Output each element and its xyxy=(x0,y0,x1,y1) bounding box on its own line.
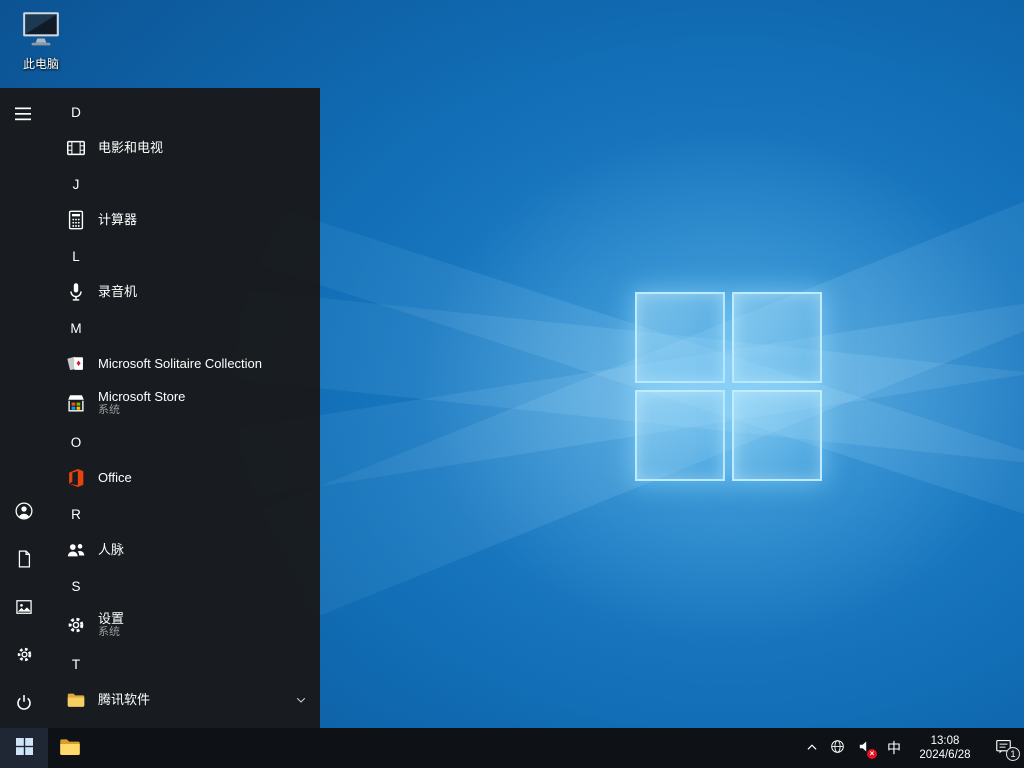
section-header-w[interactable]: W xyxy=(48,718,320,728)
ime-indicator-button[interactable]: 中 xyxy=(880,728,908,768)
chevron-down-icon xyxy=(294,693,308,707)
people-icon xyxy=(64,538,88,562)
app-label: 腾讯软件 xyxy=(98,692,151,708)
section-header-l[interactable]: L xyxy=(48,238,320,274)
app-sublabel: 系统 xyxy=(98,404,120,417)
start-app-list: D 电影和电视 J 计算器 L 录音机 M Microsoft Solitair… xyxy=(48,88,320,728)
section-letter: J xyxy=(72,176,80,192)
ime-label: 中 xyxy=(887,740,901,756)
app-label: 电影和电视 xyxy=(98,140,164,156)
section-header-s[interactable]: S xyxy=(48,568,320,604)
desktop-icon-label: 此电脑 xyxy=(22,57,59,71)
start-menu: D 电影和电视 J 计算器 L 录音机 M Microsoft Solitair… xyxy=(0,88,320,728)
app-item-people[interactable]: 人脉 xyxy=(48,532,320,568)
hamburger-icon xyxy=(15,107,33,124)
file-explorer-button[interactable] xyxy=(48,728,92,768)
app-label: 设置 xyxy=(98,610,125,626)
app-label: Microsoft Store xyxy=(98,388,186,404)
app-label: 人脉 xyxy=(98,542,125,558)
power-icon xyxy=(14,693,34,716)
section-letter: R xyxy=(71,506,81,522)
microphone-icon xyxy=(64,280,88,304)
this-pc-icon xyxy=(20,8,62,53)
office-icon xyxy=(64,466,88,490)
folder-icon xyxy=(57,734,83,763)
settings-button[interactable] xyxy=(0,632,48,680)
calculator-icon xyxy=(64,208,88,232)
windows-logo-pane xyxy=(635,390,725,481)
clock-button[interactable]: 13:08 2024/6/28 xyxy=(908,728,982,768)
app-sublabel: 系统 xyxy=(98,626,120,639)
globe-icon xyxy=(829,738,846,758)
app-label: Microsoft Solitaire Collection xyxy=(98,356,263,372)
start-menu-rail xyxy=(0,88,48,728)
section-letter: M xyxy=(70,320,82,336)
app-item-calculator[interactable]: 计算器 xyxy=(48,202,320,238)
clock-time: 13:08 xyxy=(930,735,960,747)
section-header-o[interactable]: O xyxy=(48,424,320,460)
movies-tv-icon xyxy=(64,136,88,160)
app-folder-tencent[interactable]: 腾讯软件 xyxy=(48,682,320,718)
app-item-settings[interactable]: 设置 系统 xyxy=(48,604,320,646)
solitaire-icon xyxy=(64,352,88,376)
app-item-movies-tv[interactable]: 电影和电视 xyxy=(48,130,320,166)
app-item-solitaire[interactable]: Microsoft Solitaire Collection xyxy=(48,346,320,382)
app-label: 录音机 xyxy=(98,284,138,300)
network-status-button[interactable] xyxy=(824,728,851,768)
app-item-voice-recorder[interactable]: 录音机 xyxy=(48,274,320,310)
folder-icon xyxy=(64,688,88,712)
start-button[interactable] xyxy=(0,728,48,768)
wallpaper-windows-logo xyxy=(635,292,822,481)
app-label: Office xyxy=(98,470,132,486)
windows-logo-pane xyxy=(732,292,822,383)
chevron-up-icon xyxy=(805,741,819,756)
app-item-microsoft-store[interactable]: Microsoft Store 系统 xyxy=(48,382,320,424)
app-label: 计算器 xyxy=(98,212,138,228)
windows-logo-pane xyxy=(732,390,822,481)
store-icon xyxy=(64,391,88,415)
documents-button[interactable] xyxy=(0,536,48,584)
pictures-button[interactable] xyxy=(0,584,48,632)
document-icon xyxy=(14,549,34,572)
system-tray: × 中 13:08 2024/6/28 1 xyxy=(800,728,1024,768)
gear-icon xyxy=(64,613,88,637)
user-icon xyxy=(13,500,35,525)
section-letter: D xyxy=(71,104,81,120)
section-letter: S xyxy=(71,578,81,594)
app-item-office[interactable]: Office xyxy=(48,460,320,496)
mute-badge: × xyxy=(867,749,877,759)
pictures-icon xyxy=(14,597,34,620)
section-letter: O xyxy=(70,434,82,450)
clock-date: 2024/6/28 xyxy=(919,749,971,761)
windows-logo-icon xyxy=(15,738,33,758)
gear-icon xyxy=(14,644,35,668)
action-center-button[interactable]: 1 xyxy=(982,728,1024,768)
section-header-j[interactable]: J xyxy=(48,166,320,202)
tray-overflow-button[interactable] xyxy=(800,728,824,768)
taskbar: × 中 13:08 2024/6/28 1 xyxy=(0,728,1024,768)
windows-logo-pane xyxy=(635,292,725,383)
notification-badge: 1 xyxy=(1006,747,1020,761)
power-button[interactable] xyxy=(0,680,48,728)
section-letter: T xyxy=(71,656,81,672)
section-header-d[interactable]: D xyxy=(48,94,320,130)
section-header-m[interactable]: M xyxy=(48,310,320,346)
expand-menu-button[interactable] xyxy=(0,91,48,139)
volume-button[interactable]: × xyxy=(851,728,880,768)
section-letter: L xyxy=(72,248,80,264)
section-header-t[interactable]: T xyxy=(48,646,320,682)
screen: 此电脑 D 电影和电视 J 计算器 L 录音机 M Microsoft Soli… xyxy=(0,0,1024,768)
desktop-icon-this-pc[interactable]: 此电脑 xyxy=(12,8,70,72)
section-header-r[interactable]: R xyxy=(48,496,320,532)
user-account-button[interactable] xyxy=(0,488,48,536)
